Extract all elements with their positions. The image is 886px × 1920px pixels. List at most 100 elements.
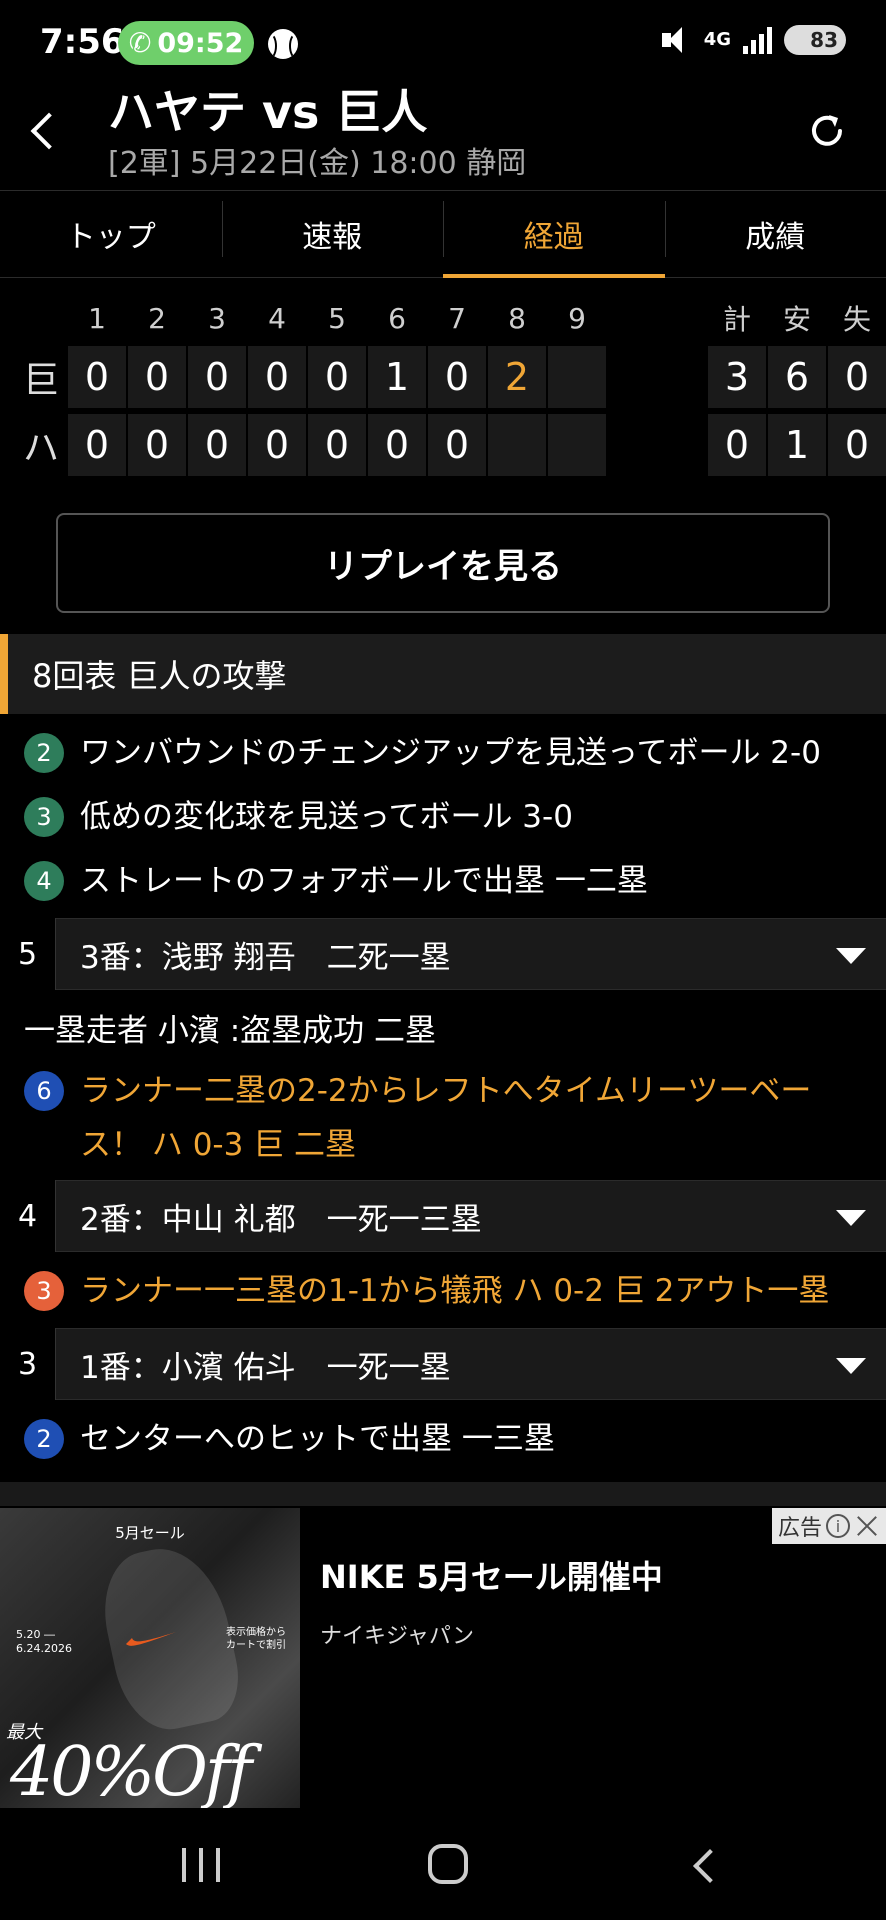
ad-image-dates: 5.20 ― 6.24.2026 (16, 1628, 72, 1655)
inning-label: 2 (148, 301, 166, 335)
play-text: ランナー二塁の2-2からレフトへタイムリーツーベース！ ハ 0-3 巨 二塁 (80, 1073, 812, 1163)
team-name: ハ (22, 428, 59, 469)
play-item: 6 ランナー二塁の2-2からレフトへタイムリーツーベース！ ハ 0-3 巨 二塁 (0, 1064, 886, 1172)
tab-top[interactable]: トップ (0, 191, 222, 277)
mute-icon (660, 24, 692, 56)
team-row-hayate: ハ 0 0 0 0 0 0 0 0 1 0 (0, 414, 886, 476)
play-item: 3 低めの変化球を見送ってボール 3-0 (0, 790, 886, 844)
batter-order: 3 (0, 1328, 56, 1400)
ad-image-discount: 40%Off (10, 1733, 252, 1808)
inning-label: 7 (448, 301, 466, 335)
inning-label: 5 (328, 301, 346, 335)
team-name: 巨 (22, 360, 59, 401)
ad-image[interactable]: 5月セール 5.20 ― 6.24.2026 表示価格から カートで割引 最大 … (0, 1508, 300, 1808)
batter-order: 5 (0, 918, 56, 990)
ad-title[interactable]: NIKE 5月セール開催中 (320, 1552, 663, 1598)
inning-score: 0 (428, 414, 486, 476)
signal-icon (743, 26, 772, 54)
pitch-count-badge: 3 (24, 1271, 64, 1311)
play-text: ワンバウンドのチェンジアップを見送ってボール 2-0 (80, 735, 821, 771)
inning-score: 0 (128, 414, 186, 476)
batter-row[interactable]: 5 3番：浅野 翔吾 二死一塁 (0, 918, 886, 990)
status-time: 7:56 (40, 22, 125, 62)
call-pill[interactable]: ✆ 09:52 (118, 21, 254, 65)
recents-button[interactable] (182, 1848, 220, 1882)
play-text: 低めの変化球を見送ってボール 3-0 (80, 799, 573, 835)
inning-score: 0 (308, 414, 366, 476)
ad-label: 広告 i (771, 1508, 886, 1544)
inning-score-current: 2 (488, 346, 546, 408)
info-icon[interactable]: i (826, 1514, 850, 1538)
chevron-down-icon[interactable] (816, 1180, 886, 1252)
total-errors: 0 (828, 414, 886, 476)
close-icon[interactable] (854, 1513, 880, 1539)
inning-label: 1 (88, 301, 106, 335)
inning-score (488, 414, 546, 476)
refresh-button[interactable] (802, 106, 852, 156)
tab-progress[interactable]: 経過 (443, 191, 665, 278)
inning-score: 0 (428, 346, 486, 408)
batter-label: 2番：中山 礼都 一死一三塁 (80, 1201, 482, 1238)
play-item: 2 センターへのヒットで出塁 一三塁 (0, 1412, 886, 1466)
inning-score: 0 (68, 346, 126, 408)
play-text: センターへのヒットで出塁 一三塁 (80, 1421, 555, 1457)
battery-icon: 83 (784, 25, 846, 55)
batter-row[interactable]: 3 1番：小濱 佑斗 一死一塁 (0, 1328, 886, 1400)
team-row-giants: 巨 0 0 0 0 0 1 0 2 3 6 0 (0, 346, 886, 408)
refresh-icon (812, 115, 842, 146)
inning-label: 9 (568, 301, 586, 335)
inning-score: 0 (308, 346, 366, 408)
inning-score (548, 414, 606, 476)
ad-image-note: 表示価格から カートで割引 (226, 1627, 286, 1651)
inning-section-header: 8回表 巨人の攻撃 (0, 634, 886, 714)
runs-header: 計 (722, 303, 751, 336)
tab-bar: トップ 速報 経過 成績 (0, 190, 886, 278)
ad-label-text: 広告 (777, 1516, 822, 1541)
page-title: ハヤテ vs 巨人 (108, 85, 428, 139)
inning-label: 3 (208, 301, 226, 335)
pitch-count-badge: 2 (24, 1419, 64, 1459)
inning-score: 0 (248, 346, 306, 408)
replay-button[interactable]: リプレイを見る (56, 513, 830, 613)
back-button[interactable] (22, 106, 72, 156)
scoreboard: 1 2 3 4 5 6 7 8 9 計 安 失 巨 0 0 0 0 0 1 0 … (0, 290, 886, 480)
inning-score: 1 (368, 346, 426, 408)
batter-label: 1番：小濱 佑斗 一死一塁 (80, 1349, 451, 1386)
status-icons: 4G 83 (660, 24, 846, 56)
inning-score: 0 (188, 346, 246, 408)
inning-score (548, 346, 606, 408)
inning-label: 8 (508, 301, 526, 335)
batter-label: 3番：浅野 翔吾 二死一塁 (80, 939, 451, 976)
pitch-count-badge: 6 (24, 1071, 64, 1111)
chevron-down-icon[interactable] (816, 1328, 886, 1400)
ad-banner[interactable]: 5月セール 5.20 ― 6.24.2026 表示価格から カートで割引 最大 … (0, 1508, 886, 1808)
battery-level: 83 (810, 28, 838, 52)
home-button[interactable] (428, 1844, 468, 1884)
inning-score: 0 (248, 414, 306, 476)
batter-order: 4 (0, 1180, 56, 1252)
total-runs: 0 (708, 414, 766, 476)
total-hits: 1 (768, 414, 826, 476)
system-nav-bar (0, 1808, 886, 1920)
inning-label: 4 (268, 301, 286, 335)
total-runs: 3 (708, 346, 766, 408)
tab-live[interactable]: 速報 (221, 191, 444, 277)
ad-image-sale: 5月セール (115, 1524, 185, 1542)
play-text: ストレートのフォアボールで出塁 一二塁 (80, 863, 648, 899)
hits-header: 安 (782, 303, 811, 336)
inning-header-row: 1 2 3 4 5 6 7 8 9 計 安 失 (0, 290, 886, 350)
inning-label: 6 (388, 301, 406, 335)
inning-score: 0 (368, 414, 426, 476)
ad-advertiser: ナイキジャパン (320, 1624, 475, 1649)
call-time: 09:52 (157, 27, 244, 59)
play-item: 4 ストレートのフォアボールで出塁 一二塁 (0, 854, 886, 908)
system-back-button[interactable] (688, 1848, 718, 1878)
chevron-down-icon[interactable] (816, 918, 886, 990)
batter-row[interactable]: 4 2番：中山 礼都 一死一三塁 (0, 1180, 886, 1252)
runner-note: 一塁走者 小濱 :盗塁成功 二塁 (24, 1013, 437, 1049)
next-batter-row-partial (0, 1482, 886, 1506)
inning-score: 0 (128, 346, 186, 408)
pitch-count-badge: 3 (24, 797, 64, 837)
play-item: 2 ワンバウンドのチェンジアップを見送ってボール 2-0 (0, 726, 886, 780)
tab-stats[interactable]: 成績 (664, 191, 886, 277)
